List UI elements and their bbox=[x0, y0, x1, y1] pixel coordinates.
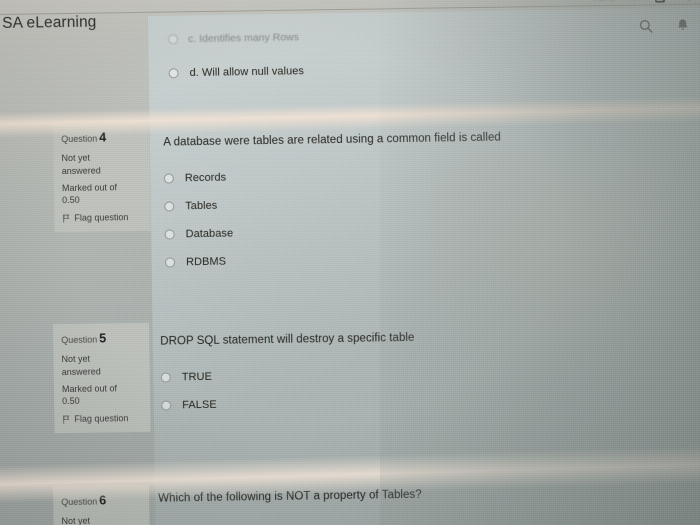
question-number: 6 bbox=[99, 493, 107, 508]
question-body-4: A database were tables are related using… bbox=[163, 129, 585, 268]
radio-button[interactable] bbox=[167, 34, 179, 45]
marked-out-of-value: 0.50 bbox=[62, 195, 80, 206]
question-status-5: Not yet answered bbox=[61, 352, 141, 378]
option-row[interactable]: Database bbox=[164, 222, 585, 240]
flag-question-button-5[interactable]: Flag question bbox=[62, 412, 142, 426]
question-number-label-6: Question 6 bbox=[61, 492, 141, 510]
flag-question-label: Flag question bbox=[74, 412, 129, 424]
option-label: TRUE bbox=[181, 370, 213, 383]
option-label: d. Will allow null values bbox=[189, 65, 305, 80]
option-label: c. Identifies many Rows bbox=[187, 31, 300, 46]
radio-button[interactable] bbox=[160, 371, 171, 383]
option-label: Tables bbox=[185, 199, 218, 212]
question-number: 5 bbox=[99, 331, 107, 346]
question-number-label-4: Question 4 bbox=[61, 129, 141, 147]
question-word: Question bbox=[61, 133, 98, 145]
radio-button[interactable] bbox=[164, 200, 175, 212]
flag-question-button-4[interactable]: Flag question bbox=[62, 211, 142, 225]
marked-out-of-label: Marked out of bbox=[61, 182, 118, 194]
marked-out-of-value: 0.50 bbox=[62, 396, 80, 407]
radio-button[interactable] bbox=[161, 399, 172, 411]
status-line-1: Not yet bbox=[61, 152, 91, 164]
option-row[interactable]: Records bbox=[163, 166, 584, 184]
site-brand[interactable]: SA eLearning bbox=[2, 14, 97, 33]
radio-button[interactable] bbox=[168, 68, 179, 79]
status-line-1: Not yet bbox=[61, 515, 91, 525]
question-marks-5: Marked out of 0.50 bbox=[62, 382, 142, 408]
option-label: RDBMS bbox=[185, 255, 227, 268]
flag-icon bbox=[63, 214, 70, 223]
radio-button[interactable] bbox=[163, 172, 174, 184]
option-row[interactable]: TRUE bbox=[160, 365, 581, 383]
status-line-1: Not yet bbox=[61, 353, 91, 365]
question-status-6: Not yet bbox=[61, 514, 141, 525]
option-row[interactable]: Tables bbox=[164, 194, 584, 212]
question-marks-4: Marked out of 0.50 bbox=[62, 181, 142, 207]
status-line-2: answered bbox=[61, 366, 101, 377]
radio-button[interactable] bbox=[164, 228, 175, 240]
question-number-label-5: Question 5 bbox=[61, 330, 141, 348]
bell-icon[interactable] bbox=[675, 18, 690, 33]
quiz-screen-photo: Home - Roblox Google SA eLearning c. Ide… bbox=[0, 0, 700, 525]
option-label: Records bbox=[184, 171, 227, 184]
question-number: 4 bbox=[99, 130, 107, 145]
flag-question-label: Flag question bbox=[74, 211, 129, 223]
question-info-panel-6: Question 6 Not yet bbox=[52, 484, 150, 525]
flag-icon bbox=[63, 415, 70, 424]
question-word: Question bbox=[61, 334, 98, 346]
status-line-2: answered bbox=[61, 165, 101, 176]
question-body-5: DROP SQL statement will destroy a specif… bbox=[160, 328, 581, 411]
radio-button[interactable] bbox=[164, 256, 176, 268]
question-info-panel-4: Question 4 Not yet answered Marked out of… bbox=[52, 121, 151, 233]
search-icon[interactable] bbox=[638, 18, 653, 33]
option-label: FALSE bbox=[182, 398, 217, 411]
option-label: Database bbox=[185, 227, 234, 240]
marked-out-of-label: Marked out of bbox=[61, 383, 118, 395]
question-info-panel-5: Question 5 Not yet answered Marked out of… bbox=[52, 322, 151, 434]
question-word: Question bbox=[61, 496, 98, 508]
question-status-4: Not yet answered bbox=[61, 151, 141, 177]
